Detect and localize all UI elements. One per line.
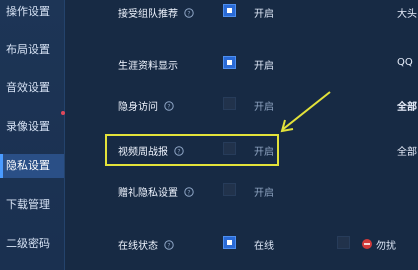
career-profile-checkbox[interactable] <box>223 56 236 69</box>
help-icon[interactable]: ? <box>164 240 174 250</box>
row-text: 生涯资料显示 <box>118 61 178 72</box>
sidebar-item-operation[interactable]: 操作设置 <box>0 0 64 24</box>
online-status-state: 在线 <box>254 241 274 252</box>
sidebar-item-privacy[interactable]: 隐私设置 <box>0 154 64 178</box>
sidebar-item-sound[interactable]: 音效设置 <box>0 76 64 100</box>
sidebar-item-layout[interactable]: 布局设置 <box>0 38 64 62</box>
career-profile-state: 开启 <box>254 61 274 72</box>
row-label-invisible-visit: 隐身访问 ? <box>118 98 174 113</box>
row-text: 赠礼隐私设置 <box>118 188 178 199</box>
right-column-text-2: 全部 <box>397 102 417 113</box>
team-recommend-state: 开启 <box>254 9 274 20</box>
row-label-career-profile: 生涯资料显示 <box>118 57 178 72</box>
row-text: 接受组队推荐 <box>118 9 178 20</box>
row-text: 在线状态 <box>118 241 158 252</box>
right-column-text-0: 大头 <box>397 9 417 20</box>
right-column-text-1: QQ <box>397 57 413 68</box>
row-label-team-recommend: 接受组队推荐 ? <box>118 5 194 20</box>
right-column-text-3: 全部 <box>397 147 417 158</box>
settings-sidebar: 操作设置 布局设置 音效设置 录像设置 隐私设置 下载管理 二级密码 <box>0 0 65 270</box>
svg-text:?: ? <box>168 104 171 111</box>
online-status-checkbox[interactable] <box>223 236 236 249</box>
sidebar-item-recording[interactable]: 录像设置 <box>0 115 64 139</box>
help-icon[interactable]: ? <box>184 8 194 18</box>
gift-privacy-checkbox[interactable] <box>223 183 236 196</box>
help-icon[interactable]: ? <box>164 101 174 111</box>
sidebar-item-download[interactable]: 下载管理 <box>0 193 64 217</box>
svg-text:?: ? <box>188 190 191 197</box>
do-not-disturb-label: 勿扰 <box>376 241 396 252</box>
gift-privacy-state: 开启 <box>254 188 274 199</box>
invisible-visit-state: 开启 <box>254 102 274 113</box>
no-entry-icon <box>362 239 372 249</box>
row-label-gift-privacy: 赠礼隐私设置 ? <box>118 184 194 199</box>
do-not-disturb-checkbox[interactable] <box>337 236 350 249</box>
row-text: 隐身访问 <box>118 102 158 113</box>
highlight-box <box>105 134 279 166</box>
svg-text:?: ? <box>188 11 191 18</box>
row-label-online-status: 在线状态 ? <box>118 237 174 252</box>
sidebar-item-secondary-password[interactable]: 二级密码 <box>0 232 64 256</box>
invisible-visit-checkbox[interactable] <box>223 97 236 110</box>
team-recommend-checkbox[interactable] <box>223 4 236 17</box>
help-icon[interactable]: ? <box>184 187 194 197</box>
svg-text:?: ? <box>168 243 171 250</box>
